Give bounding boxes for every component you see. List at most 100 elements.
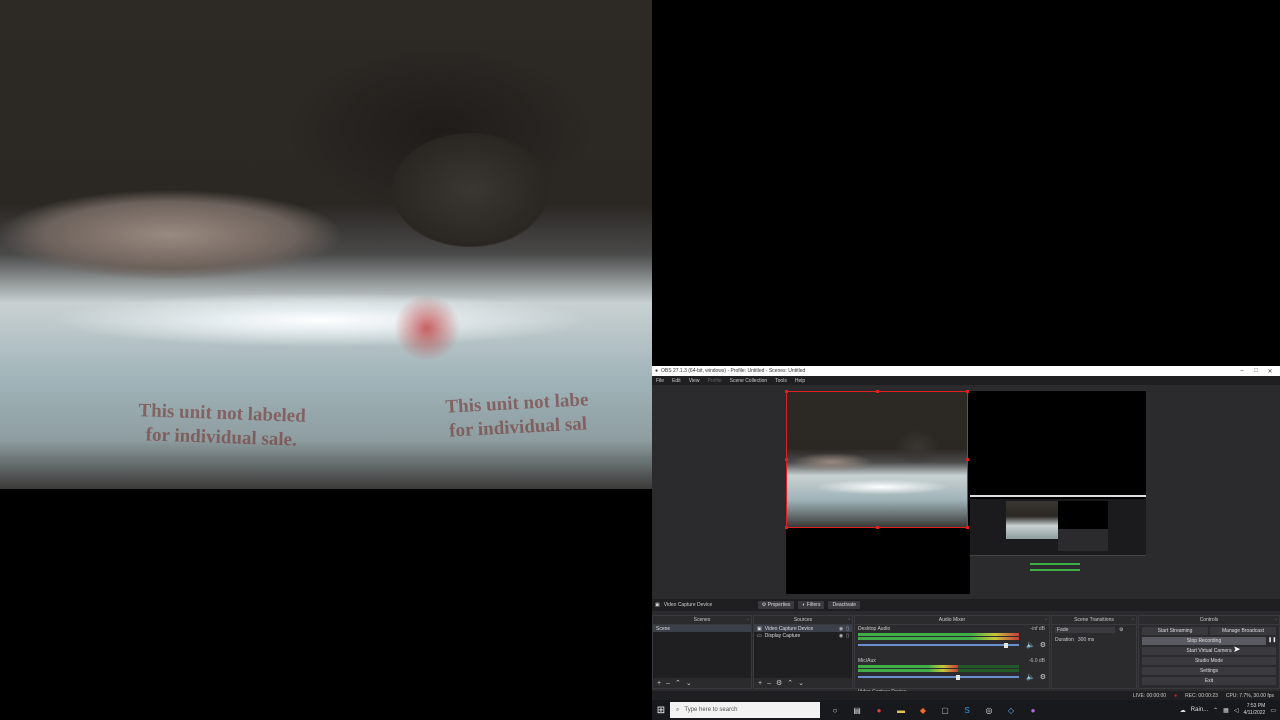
menu-file[interactable]: File [656,378,664,384]
skype-icon[interactable]: S [960,706,974,715]
windows-start-icon[interactable]: ⊞ [652,705,670,716]
volume-slider[interactable] [858,642,1019,648]
notification-icon[interactable]: ▭ [1270,707,1276,714]
obs-title-bar: ● OBS 27.1.3 (64-bit, windows) - Profile… [652,366,1280,376]
weather-text[interactable]: Rain... [1191,707,1208,713]
source-toolbar: ▣ Video Capture Device ⚙ Properties ◐ Fi… [652,599,1280,611]
deactivate-button[interactable]: Deactivate [828,601,861,609]
volume-icon[interactable]: ◁ [1234,707,1239,714]
volume-knob[interactable] [1004,642,1009,648]
app-icon[interactable]: ▢ [938,706,952,715]
menu-tools[interactable]: Tools [775,378,787,384]
speaker-icon[interactable]: 🔈 [1026,673,1035,681]
menu-help[interactable]: Help [795,378,805,384]
file-explorer-icon[interactable]: ▬ [894,706,908,715]
minimize-button[interactable]: – [1235,368,1249,374]
resize-handle[interactable] [785,390,788,393]
menu-edit[interactable]: Edit [672,378,681,384]
dock-close-icon[interactable]: ▫ [1275,617,1277,623]
visibility-eye-icon[interactable]: ◉ [839,626,843,632]
scene-item-label: Scene [656,625,671,632]
clock[interactable]: 7:53 PM 4/11/2022 [1243,703,1265,717]
taskbar-search[interactable]: ⌕ Type here to search [670,702,820,718]
docks: Scenes ▫ Scene + – ⌃ ⌄ Sources ▫ ▣ Video… [652,615,1280,695]
scene-item[interactable]: Scene [653,625,751,632]
camera-icon: ▣ [655,602,660,608]
gear-icon[interactable]: ⚙ [1040,641,1046,649]
audio-mixer-dock: Audio Mixer ▫ Desktop Audio -inf dB 🔈 ⚙ [854,615,1050,695]
menu-profile[interactable]: Profile [707,378,721,384]
resize-handle[interactable] [876,390,879,393]
lock-icon[interactable]: ▯ [846,626,849,632]
volume-slider[interactable] [858,674,1019,680]
lock-icon[interactable]: ▯ [846,633,849,639]
resize-handle[interactable] [876,526,879,529]
selected-source-name: Video Capture Device [663,602,713,608]
start-streaming-button[interactable]: Start Streaming [1142,627,1208,635]
studio-mode-button[interactable]: Studio Mode [1142,657,1276,665]
chevron-up-icon[interactable]: ⌃ [1213,707,1218,714]
gear-icon: ⚙ [761,602,767,608]
menu-view[interactable]: View [689,378,700,384]
task-view-icon[interactable]: ▤ [850,706,864,715]
remove-source-button[interactable]: – [767,680,771,687]
program-preview[interactable] [652,385,1280,599]
move-up-button[interactable]: ⌃ [787,679,793,687]
recursive-display-preview [970,499,1146,595]
package-label-left: This unit not labeled for individual sal… [137,399,306,453]
pause-recording-icon[interactable]: ❚❚ [1268,637,1276,645]
channel-icons: 🔈 ⚙ [1026,641,1046,649]
exit-button[interactable]: Exit [1142,677,1276,685]
dock-close-icon[interactable]: ▫ [1045,617,1047,623]
network-icon[interactable]: ▦ [1223,707,1229,714]
resize-handle[interactable] [966,458,969,461]
resize-handle[interactable] [966,526,969,529]
resize-handle[interactable] [785,526,788,529]
app-icon[interactable]: ● [1026,706,1040,715]
video-capture-source-preview[interactable] [785,390,969,529]
weather-icon[interactable]: ☁ [1180,707,1186,714]
manage-broadcast-button[interactable]: Manage Broadcast [1210,627,1276,635]
move-down-button[interactable]: ⌄ [686,679,692,687]
duration-input[interactable]: 300 ms [1078,637,1094,643]
remove-scene-button[interactable]: – [666,680,670,687]
move-down-button[interactable]: ⌄ [798,679,804,687]
maximize-button[interactable]: □ [1249,368,1263,374]
source-item[interactable]: ▣ Video Capture Device ◉ ▯ [754,625,852,632]
volume-knob[interactable] [955,674,960,680]
browser-icon[interactable]: ◆ [916,706,930,715]
speaker-icon[interactable]: 🔈 [1026,641,1035,649]
settings-button[interactable]: Settings [1142,667,1276,675]
filters-button[interactable]: ◐ Filters [798,601,825,609]
gear-icon[interactable]: ⚙ [1040,673,1046,681]
sources-list: ▣ Video Capture Device ◉ ▯ ▭ Display Cap… [754,625,852,678]
preview-canvas[interactable] [785,390,1146,595]
transition-gear-icon[interactable]: ⚙ [1119,627,1123,633]
properties-button[interactable]: ⚙ Properties [757,601,795,609]
add-scene-button[interactable]: + [657,680,661,687]
mouse-cursor-icon: ➤ [1233,644,1241,654]
cortana-icon[interactable]: ○ [828,706,842,715]
dock-close-icon[interactable]: ▫ [747,617,749,623]
dock-close-icon[interactable]: ▫ [1132,617,1134,623]
stop-recording-button[interactable]: Stop Recording [1142,637,1266,645]
search-icon: ⌕ [676,706,680,713]
menu-scene-collection[interactable]: Scene Collection [730,378,768,384]
app-icon[interactable]: ● [872,706,886,715]
start-virtual-camera-button[interactable]: Start Virtual Camera [1142,647,1276,655]
obs-taskbar-icon[interactable]: ◎ [982,706,996,715]
app-icon[interactable]: ◇ [1004,706,1018,715]
dock-close-icon[interactable]: ▫ [848,617,850,623]
add-source-button[interactable]: + [758,680,762,687]
level-meter [858,665,1019,668]
source-item[interactable]: ▭ Display Capture ◉ ▯ [754,632,852,639]
transition-select[interactable]: Fade [1055,627,1115,633]
close-button[interactable]: ✕ [1263,368,1277,375]
source-properties-gear-icon[interactable]: ⚙ [776,679,782,687]
display-capture-preview [970,391,1146,497]
move-up-button[interactable]: ⌃ [675,679,681,687]
visibility-eye-icon[interactable]: ◉ [839,633,843,639]
nested-meter [1030,569,1080,571]
resize-handle[interactable] [785,458,788,461]
resize-handle[interactable] [966,390,969,393]
